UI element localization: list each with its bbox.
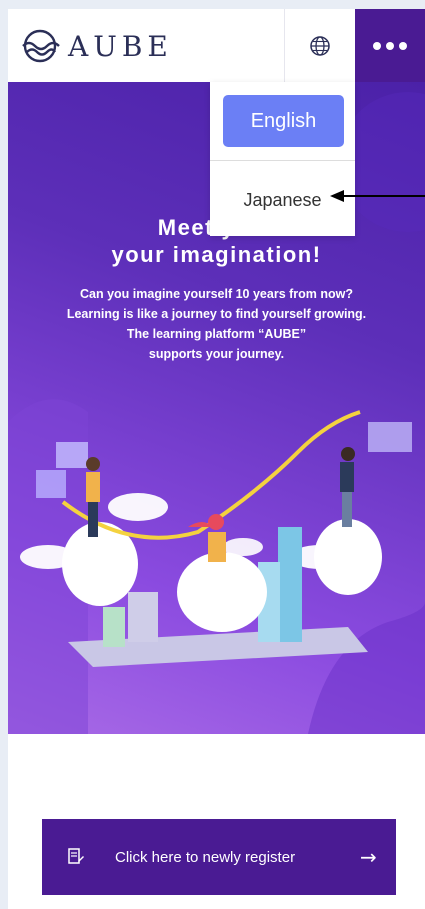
language-dropdown: English Japanese: [210, 82, 355, 236]
hero-subtitle-line: Can you imagine yourself 10 years from n…: [80, 287, 353, 301]
hero-subtitle-line: Learning is like a journey to find yours…: [66, 307, 367, 321]
language-option-english[interactable]: English: [223, 95, 344, 147]
hero-subtitle: Can you imagine yourself 10 years from n…: [8, 284, 425, 364]
dropdown-divider: [210, 160, 355, 161]
register-label: Click here to newly register: [115, 848, 296, 866]
arrow-right-icon: →: [360, 845, 377, 869]
hero-illustration: [20, 410, 412, 667]
hero-title-line-2: your imagination!: [111, 242, 322, 267]
more-menu-button[interactable]: [355, 9, 425, 82]
register-button[interactable]: Click here to newly register →: [42, 819, 396, 895]
brand-logo[interactable]: AUBE: [20, 27, 173, 65]
annotation-arrow-icon: [330, 190, 425, 202]
hero-subtitle-line: supports your journey.: [148, 347, 285, 361]
edit-note-icon: [68, 848, 84, 864]
brand-name: AUBE: [68, 29, 173, 63]
wave-circle-logo-icon: [22, 29, 60, 63]
language-button[interactable]: [284, 9, 356, 82]
app-frame: AUBE Meet your your imagination!: [8, 9, 425, 909]
hero-subtitle-line: The learning platform “AUBE”: [126, 327, 307, 341]
more-dots-icon: [373, 41, 381, 50]
top-header: AUBE: [8, 9, 425, 82]
globe-icon: [310, 35, 330, 56]
